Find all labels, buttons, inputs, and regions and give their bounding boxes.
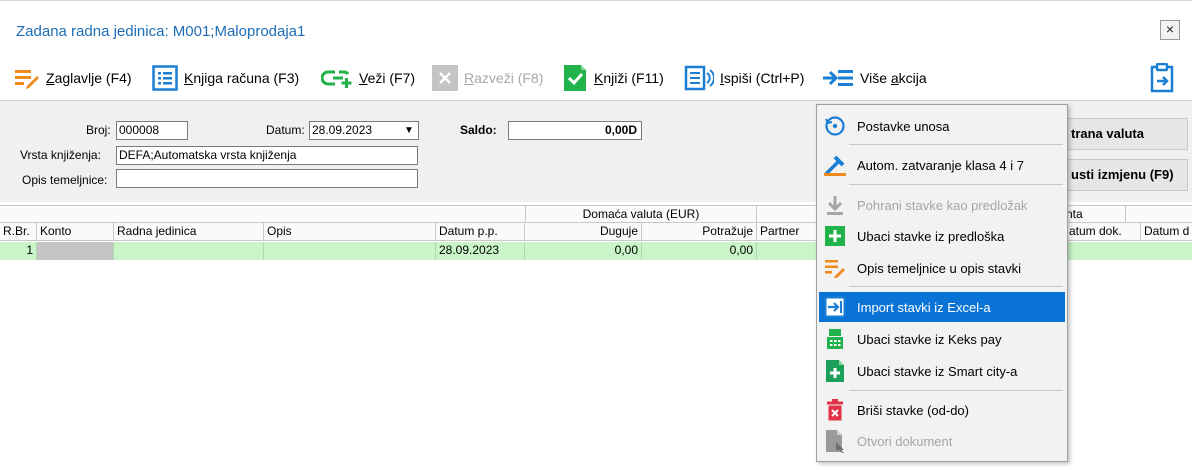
import-icon (821, 295, 849, 319)
col-rbr[interactable]: R.Br. (0, 223, 37, 240)
menu-separator (849, 286, 1063, 287)
group-domestic-currency: Domaća valuta (EUR) (525, 206, 757, 223)
menu-item-label: Briši stavke (od-do) (857, 402, 969, 418)
more-actions-button-label: Više akcija (860, 70, 927, 86)
saldo-value: 0,00D (508, 121, 642, 140)
group-foreign-currency: nta (1066, 206, 1126, 223)
opis-label: Opis temeljnice: (22, 173, 108, 187)
menu-item-otvori-dokument[interactable]: Otvori dokument (819, 426, 1065, 456)
menu-separator (849, 390, 1063, 391)
col-potrazuje[interactable]: Potražuje (642, 223, 757, 240)
menu-item-label: Postavke unosa (857, 118, 950, 134)
ledger-button-label: Knjiga računa (F3) (184, 70, 300, 86)
unlink-x-icon (432, 65, 458, 91)
link-button[interactable]: Veži (F7) (321, 60, 415, 96)
menu-item-label: Autom. zatvaranje klasa 4 i 7 (857, 157, 1024, 173)
arrow-list-icon (823, 70, 853, 86)
col-datum-dok[interactable]: atum dok. (1066, 223, 1141, 240)
close-button[interactable]: × (1160, 20, 1180, 40)
download-icon (821, 193, 849, 217)
header-button[interactable]: Zaglavlje (F4) (14, 60, 132, 96)
menu-item-label: Ubaci stavke iz Keks pay (857, 331, 1002, 347)
cell-potrazuje[interactable]: 0,00 (642, 242, 757, 260)
cell-duguje[interactable]: 0,00 (525, 242, 642, 260)
more-actions-button[interactable]: Više akcija (822, 60, 927, 96)
allow-edit-button[interactable]: usti izmjenu (F9) (1062, 159, 1188, 191)
title-bar: Zadana radna jedinica: M001;Maloprodaja1… (0, 0, 1192, 56)
col-partner[interactable]: Partner (757, 223, 817, 240)
open-document-icon (821, 429, 849, 453)
edit-lines-icon (821, 256, 849, 280)
menu-item-label: Otvori dokument (857, 433, 953, 449)
ledger-button[interactable]: Knjiga računa (F3) (152, 60, 299, 96)
broj-label: Broj: (86, 123, 111, 137)
unlink-button[interactable]: Razveži (F8) (432, 60, 543, 96)
menu-item-label: Ubaci stavke iz predloška (857, 228, 1005, 244)
saldo-label: Saldo: (460, 123, 497, 137)
document-plus-icon (821, 359, 849, 383)
trash-icon (821, 398, 849, 422)
menu-separator (849, 144, 1063, 145)
menu-item-label: Pohrani stavke kao predložak (857, 197, 1028, 213)
link-icon (321, 70, 352, 88)
print-button[interactable]: Ispiši (Ctrl+P) (684, 60, 804, 96)
list-icon (152, 65, 178, 91)
refresh-settings-icon (821, 114, 849, 138)
print-icon (684, 65, 714, 91)
link-button-label: Veži (F7) (359, 70, 416, 86)
foreign-currency-button[interactable]: trana valuta (1062, 118, 1188, 150)
menu-item-ubaci-predlozak[interactable]: Ubaci stavke iz predloška (819, 221, 1065, 251)
clipboard-button[interactable] (1148, 60, 1176, 96)
menu-item-label: Ubaci stavke iz Smart city-a (857, 363, 1018, 379)
more-actions-menu: Postavke unosa Autom. zatvaranje klasa 4… (816, 104, 1068, 462)
cell-konto[interactable] (37, 242, 114, 260)
menu-item-label: Import stavki iz Excel-a (857, 299, 991, 315)
vrsta-label: Vrsta knjiženja: (20, 148, 101, 162)
menu-item-pohrani-predlozak[interactable]: Pohrani stavke kao predložak (819, 190, 1065, 220)
clipboard-arrow-icon (1150, 63, 1174, 93)
col-duguje[interactable]: Duguje (525, 223, 642, 240)
col-datum-pp[interactable]: Datum p.p. (436, 223, 525, 240)
menu-item-brisi-stavke[interactable]: Briši stavke (od-do) (819, 395, 1065, 425)
datum-value: 28.09.2023 (312, 123, 373, 137)
post-button-label: Knjiži (F11) (594, 70, 664, 86)
broj-input[interactable]: 000008 (116, 121, 188, 140)
header-button-label: Zaglavlje (F4) (46, 70, 132, 86)
unlink-button-label: Razveži (F8) (464, 70, 544, 86)
pos-terminal-icon (821, 327, 849, 351)
datum-label: Datum: (266, 123, 305, 137)
vrsta-input[interactable]: DEFA;Automatska vrsta knjiženja (116, 146, 418, 165)
cell-datum-dok[interactable] (1066, 242, 1192, 260)
col-radna-jedinica[interactable]: Radna jedinica (114, 223, 264, 240)
book-check-icon (564, 65, 586, 91)
menu-item-opis-temeljnice[interactable]: Opis temeljnice u opis stavki (819, 253, 1065, 283)
menu-separator (849, 184, 1063, 185)
opis-input[interactable] (116, 169, 418, 188)
menu-item-smart-city[interactable]: Ubaci stavke iz Smart city-a (819, 356, 1065, 386)
cell-radna-jedinica[interactable] (114, 242, 264, 260)
cell-rbr[interactable]: 1 (0, 242, 37, 260)
menu-item-import-excel[interactable]: Import stavki iz Excel-a (819, 292, 1065, 322)
menu-item-postavke-unosa[interactable]: Postavke unosa (819, 111, 1065, 141)
col-konto[interactable]: Konto (37, 223, 114, 240)
menu-item-keks-pay[interactable]: Ubaci stavke iz Keks pay (819, 324, 1065, 354)
col-opis[interactable]: Opis (264, 223, 436, 240)
toolbar: Zaglavlje (F4) Knjiga računa (F3) Veži (… (0, 60, 1192, 98)
plus-icon (821, 224, 849, 248)
cell-partner[interactable] (757, 242, 817, 260)
menu-item-label: Opis temeljnice u opis stavki (857, 260, 1022, 276)
cell-datum-pp[interactable]: 28.09.2023 (436, 242, 525, 260)
print-button-label: Ispiši (Ctrl+P) (720, 70, 805, 86)
datum-select[interactable]: 28.09.2023 ▼ (309, 121, 419, 140)
header-edit-icon (15, 70, 39, 89)
auto-close-icon (821, 153, 849, 177)
window-title: Zadana radna jedinica: M001;Maloprodaja1 (16, 23, 306, 40)
col-datum-d[interactable]: Datum d (1141, 223, 1192, 240)
post-button[interactable]: Knjiži (F11) (562, 60, 664, 96)
chevron-down-icon[interactable]: ▼ (402, 122, 416, 139)
menu-item-autom-zatvaranje[interactable]: Autom. zatvaranje klasa 4 i 7 (819, 150, 1065, 180)
cell-opis[interactable] (264, 242, 436, 260)
